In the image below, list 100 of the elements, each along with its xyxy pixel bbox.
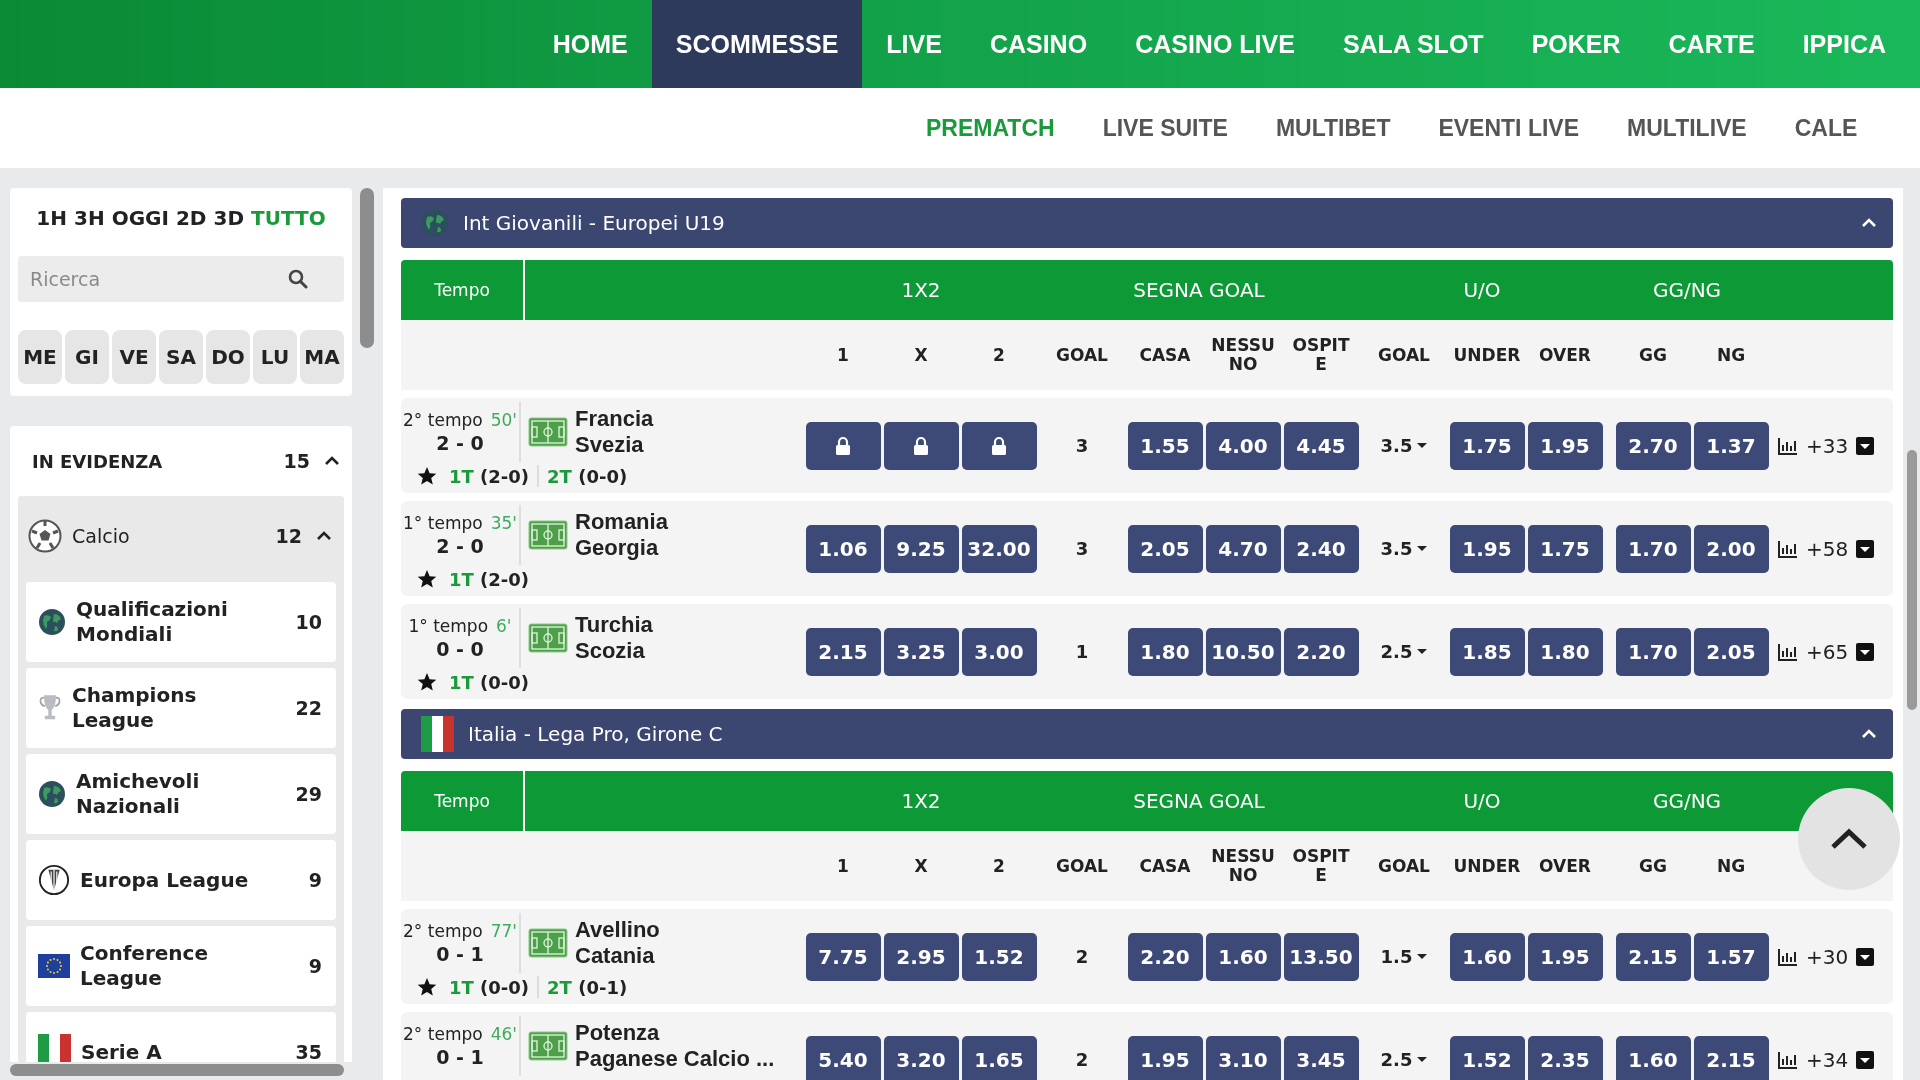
league-item[interactable]: Qualificazioni Mondiali 10	[26, 582, 336, 662]
odds-button[interactable]: 7.75	[805, 932, 881, 981]
stats-icon[interactable]	[1778, 947, 1798, 966]
odds-button[interactable]: 1.37	[1693, 421, 1769, 470]
time-filter[interactable]: 3H	[74, 206, 105, 230]
day-button[interactable]: VE	[112, 330, 156, 384]
subnav-tab[interactable]: MULTIBET	[1275, 114, 1391, 142]
nav-tab[interactable]: HOME	[528, 0, 652, 88]
odds-button[interactable]: 1.85	[1449, 627, 1525, 676]
league-item[interactable]: Amichevoli Nazionali 29	[26, 754, 336, 834]
odds-button[interactable]: 1.60	[1615, 1035, 1691, 1080]
locked-odds-button[interactable]	[805, 421, 881, 470]
subnav-tab[interactable]: LIVE SUITE	[1102, 114, 1228, 142]
odds-button[interactable]: 32.00	[961, 524, 1037, 573]
odds-button[interactable]: 1.60	[1449, 932, 1525, 981]
locked-odds-button[interactable]	[961, 421, 1037, 470]
odds-button[interactable]: 1.95	[1127, 1035, 1203, 1080]
odds-button[interactable]: 1.95	[1527, 932, 1603, 981]
day-button[interactable]: MA	[300, 330, 344, 384]
chevron-icon[interactable]	[324, 456, 340, 466]
more-markets-link[interactable]: +33	[1806, 433, 1849, 458]
expand-icon[interactable]	[1856, 642, 1875, 661]
scrollbar[interactable]	[1907, 450, 1917, 710]
odds-button[interactable]: 9.25	[883, 524, 959, 573]
time-filter[interactable]: 1H	[36, 206, 67, 230]
goal-line-dropdown[interactable]: 3.5	[1380, 538, 1428, 559]
day-button[interactable]: GI	[65, 330, 109, 384]
odds-button[interactable]: 1.60	[1205, 932, 1281, 981]
odds-button[interactable]: 4.00	[1205, 421, 1281, 470]
odds-button[interactable]: 4.70	[1205, 524, 1281, 573]
odds-button[interactable]: 1.95	[1527, 421, 1603, 470]
time-filter[interactable]: 3D	[213, 206, 244, 230]
star-icon[interactable]	[417, 466, 437, 486]
day-button[interactable]: ME	[18, 330, 62, 384]
odds-button[interactable]: 1.06	[805, 524, 881, 573]
locked-odds-button[interactable]	[883, 421, 959, 470]
expand-icon[interactable]	[1856, 947, 1875, 966]
odds-button[interactable]: 1.55	[1127, 421, 1203, 470]
odds-button[interactable]: 2.05	[1127, 524, 1203, 573]
odds-button[interactable]: 2.20	[1127, 932, 1203, 981]
goal-line-dropdown[interactable]: 1.5	[1380, 946, 1428, 967]
sport-name[interactable]: Calcio	[72, 525, 276, 547]
odds-button[interactable]: 1.80	[1127, 627, 1203, 676]
goal-line-dropdown[interactable]: 3.5	[1380, 435, 1428, 456]
odds-button[interactable]: 1.52	[961, 932, 1037, 981]
league-item[interactable]: Champions League 22	[26, 668, 336, 748]
search-icon[interactable]	[288, 269, 308, 289]
odds-button[interactable]: 1.75	[1449, 421, 1525, 470]
odds-button[interactable]: 3.20	[883, 1035, 959, 1080]
odds-button[interactable]: 2.70	[1615, 421, 1691, 470]
time-filter[interactable]: TUTTO	[251, 206, 326, 230]
odds-button[interactable]: 3.45	[1283, 1035, 1359, 1080]
odds-button[interactable]: 1.65	[961, 1035, 1037, 1080]
odds-button[interactable]: 2.35	[1527, 1035, 1603, 1080]
odds-button[interactable]: 2.15	[1615, 932, 1691, 981]
odds-button[interactable]: 1.70	[1615, 627, 1691, 676]
expand-icon[interactable]	[1856, 436, 1875, 455]
league-header[interactable]: Int Giovanili - Europei U19	[401, 198, 1893, 248]
nav-tab[interactable]: SCOMMESSE	[651, 0, 863, 88]
stats-icon[interactable]	[1778, 642, 1798, 661]
search-field[interactable]: Ricerca	[18, 256, 344, 302]
odds-button[interactable]: 2.40	[1283, 524, 1359, 573]
stats-icon[interactable]	[1778, 436, 1798, 455]
subnav-tab[interactable]: PREMATCH	[926, 114, 1055, 142]
subnav-tab[interactable]: CALE	[1794, 114, 1858, 142]
time-filter[interactable]: OGGI	[111, 206, 169, 230]
time-filter[interactable]: 2D	[175, 206, 207, 230]
odds-button[interactable]: 2.00	[1693, 524, 1769, 573]
odds-button[interactable]: 1.57	[1693, 932, 1769, 981]
odds-button[interactable]: 13.50	[1283, 932, 1359, 981]
league-header[interactable]: Italia - Lega Pro, Girone C	[401, 709, 1893, 759]
league-item[interactable]: Serie A 35	[26, 1012, 336, 1062]
more-markets-link[interactable]: +34	[1806, 1047, 1849, 1072]
more-markets-link[interactable]: +58	[1806, 536, 1849, 561]
odds-button[interactable]: 1.80	[1527, 627, 1603, 676]
odds-button[interactable]: 2.15	[1693, 1035, 1769, 1080]
day-button[interactable]: SA	[159, 330, 203, 384]
odds-button[interactable]: 2.05	[1693, 627, 1769, 676]
odds-button[interactable]: 10.50	[1205, 627, 1281, 676]
day-button[interactable]: LU	[253, 330, 297, 384]
expand-icon[interactable]	[1856, 1050, 1875, 1069]
star-icon[interactable]	[417, 569, 437, 589]
star-icon[interactable]	[417, 977, 437, 997]
odds-button[interactable]: 3.25	[883, 627, 959, 676]
stats-icon[interactable]	[1778, 539, 1798, 558]
odds-button[interactable]: 3.10	[1205, 1035, 1281, 1080]
odds-button[interactable]: 1.75	[1527, 524, 1603, 573]
odds-button[interactable]: 3.00	[961, 627, 1037, 676]
odds-button[interactable]: 5.40	[805, 1035, 881, 1080]
goal-line-dropdown[interactable]: 2.5	[1380, 1049, 1428, 1070]
odds-button[interactable]: 2.15	[805, 627, 881, 676]
league-item[interactable]: Europa League 9	[26, 840, 336, 920]
expand-icon[interactable]	[1856, 539, 1875, 558]
odds-button[interactable]: 2.95	[883, 932, 959, 981]
odds-button[interactable]: 4.45	[1283, 421, 1359, 470]
more-markets-link[interactable]: +30	[1806, 944, 1849, 969]
scrollbar[interactable]	[10, 1064, 344, 1076]
odds-button[interactable]: 1.52	[1449, 1035, 1525, 1080]
scrollbar[interactable]	[360, 188, 374, 348]
league-item[interactable]: Conference League 9	[26, 926, 336, 1006]
